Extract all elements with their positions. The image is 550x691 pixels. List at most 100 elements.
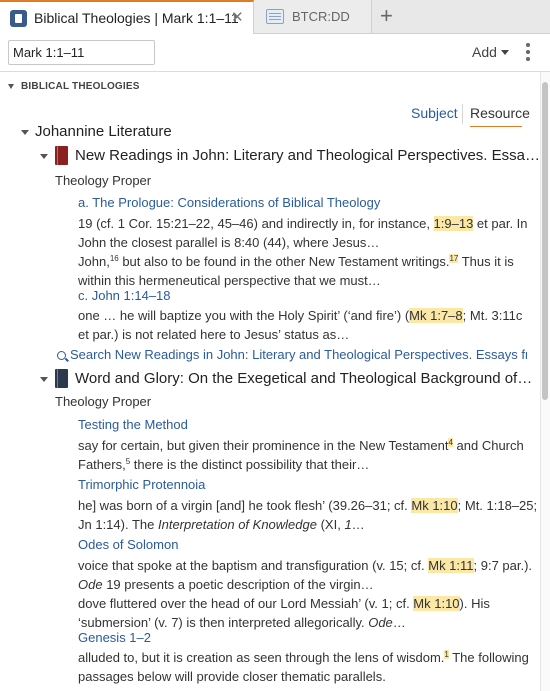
reference-input[interactable]	[8, 40, 155, 65]
text: there is the distinct possibility that t…	[130, 457, 370, 472]
entry-snippet: voice that spoke at the baptism and tran…	[78, 556, 532, 632]
text: …	[392, 615, 406, 630]
entry-snippet: he] was born of a virgin [and] he took f…	[78, 496, 537, 534]
text: 19 (cf. 1 Cor. 15:21–22, 45–46) and indi…	[78, 216, 434, 231]
document-icon	[266, 9, 284, 24]
text: Thus it is	[458, 254, 514, 269]
tab-biblical-theologies[interactable]: Biblical Theologies | Mark 1:1–11 ✕	[0, 0, 254, 34]
collapse-triangle-icon[interactable]	[40, 154, 48, 159]
add-label: Add	[472, 44, 497, 60]
snippet-line: he] was born of a virgin [and] he took f…	[78, 496, 537, 515]
scrollbar-thumb[interactable]	[542, 82, 548, 400]
entry-heading[interactable]: Odes of Solomon	[78, 537, 178, 552]
sort-divider	[462, 104, 463, 124]
more-options-icon[interactable]	[524, 42, 532, 64]
toolbar: Add	[0, 34, 550, 72]
snippet-line: et par.) is not related here to Jesus’ s…	[78, 325, 528, 344]
subject-label: Theology Proper	[55, 394, 152, 409]
selected-sort-indicator	[470, 126, 522, 127]
search-resource-link[interactable]: Search New Readings in John: Literary an…	[57, 347, 527, 362]
snippet-line: say for certain, but given their promine…	[78, 436, 528, 455]
tab-title: BTCR:DD	[292, 9, 350, 24]
resource-title[interactable]: Word and Glory: On the Exegetical and Th…	[75, 370, 532, 387]
text: John,	[78, 254, 110, 269]
scripture-reference[interactable]: Mk 1:10	[411, 498, 458, 513]
text: ; Mt. 3:11c	[462, 308, 523, 323]
tab-title: Biblical Theologies | Mark 1:1–11	[34, 10, 239, 26]
text: John the closest parallel is 8:40 (44), …	[78, 235, 380, 250]
subject-label: Theology Proper	[55, 173, 152, 188]
add-button[interactable]: Add	[472, 44, 509, 60]
scripture-reference[interactable]: Mk 1:10	[413, 596, 460, 611]
tab-btcr-dd[interactable]: BTCR:DD	[254, 0, 372, 33]
book-icon	[55, 369, 68, 388]
snippet-line: one … he will baptize you with the Holy …	[78, 306, 528, 325]
search-icon	[57, 351, 66, 360]
text: within this hermeneutical perspective th…	[78, 273, 381, 288]
snippet-line: Jn 1:14). The Interpretation of Knowledg…	[78, 515, 528, 534]
text: ‘submersion’ (v. 7) is then interpreted …	[78, 615, 369, 630]
sort-by-resource[interactable]: Resource	[470, 105, 530, 121]
italic-title: Interpretation of Knowledge	[157, 517, 317, 532]
entry-heading[interactable]: Genesis 1–2	[78, 630, 151, 645]
snippet-line: John the closest parallel is 8:40 (44), …	[78, 233, 528, 252]
text: ; Mt. 1:18–25;	[457, 498, 538, 513]
text: and Church	[452, 438, 524, 453]
entry-heading[interactable]: a. The Prologue: Considerations of Bibli…	[78, 195, 380, 210]
text: 19 presents a poetic description of the …	[102, 577, 374, 592]
text: dove fluttered over the head of our Lord…	[78, 596, 414, 611]
entry-snippet: 19 (cf. 1 Cor. 15:21–22, 45–46) and indi…	[78, 214, 528, 290]
new-tab-button[interactable]: +	[380, 3, 393, 29]
entry-heading[interactable]: Trimorphic Protennoia	[78, 477, 205, 492]
search-label: Search New Readings in John: Literary an…	[70, 347, 527, 362]
scripture-reference[interactable]: Mk 1:11	[428, 558, 474, 573]
text: et par. In	[473, 216, 528, 231]
close-tab-icon[interactable]: ✕	[231, 8, 244, 26]
snippet-line: John,16 but also to be found in the othe…	[78, 252, 528, 271]
snippet-line: 19 (cf. 1 Cor. 15:21–22, 45–46) and indi…	[78, 214, 528, 233]
snippet-line: Ode 19 presents a poetic description of …	[78, 575, 528, 594]
text: one … he will baptize you with the Holy …	[78, 308, 410, 323]
collapse-triangle-icon	[8, 84, 14, 89]
entry-heading[interactable]: c. John 1:14–18	[78, 288, 171, 303]
text: but also to be found in the other New Te…	[118, 254, 450, 269]
collapse-triangle-icon[interactable]	[21, 130, 29, 135]
snippet-line: voice that spoke at the baptism and tran…	[78, 556, 532, 575]
snippet-line: dove fluttered over the head of our Lord…	[78, 594, 528, 613]
snippet-line: passages below will provide closer thema…	[78, 667, 528, 686]
resource-title[interactable]: New Readings in John: Literary and Theol…	[75, 147, 540, 164]
text: (XI,	[316, 517, 345, 532]
text: say for certain, but given their promine…	[78, 438, 449, 453]
entry-heading[interactable]: Testing the Method	[78, 417, 188, 432]
scripture-reference[interactable]: 1:9–13	[433, 216, 474, 231]
snippet-line: Fathers,5 there is the distinct possibil…	[78, 455, 528, 474]
italic-title: Ode	[78, 577, 103, 592]
section-header[interactable]: BIBLICAL THEOLOGIES	[0, 78, 540, 98]
text: et par.) is not related here to Jesus’ s…	[78, 327, 350, 342]
tab-bar: Biblical Theologies | Mark 1:1–11 ✕ BTCR…	[0, 0, 550, 34]
guide-icon	[10, 10, 27, 27]
scripture-reference[interactable]: Mk 1:7–8	[409, 308, 463, 323]
group-title: Johannine Literature	[35, 123, 172, 140]
text: he] was born of a virgin [and] he took f…	[78, 498, 412, 513]
text: ). His	[459, 596, 490, 611]
text: Jn 1:14). The	[78, 517, 158, 532]
text: ; 9:7 par.).	[473, 558, 533, 573]
entry-snippet: one … he will baptize you with the Holy …	[78, 306, 528, 344]
text: …	[351, 517, 365, 532]
sort-by-subject[interactable]: Subject	[411, 105, 458, 121]
entry-snippet: alluded to, but it is creation as seen t…	[78, 648, 529, 686]
section-title: BIBLICAL THEOLOGIES	[21, 81, 140, 92]
chevron-down-icon	[500, 50, 509, 55]
text: Fathers,	[78, 457, 126, 472]
text: passages below will provide closer thema…	[78, 669, 386, 684]
collapse-triangle-icon[interactable]	[40, 377, 48, 382]
italic-title: Ode	[368, 615, 393, 630]
text: The following	[448, 650, 529, 665]
snippet-line: alluded to, but it is creation as seen t…	[78, 648, 529, 667]
footnote-marker[interactable]: 16	[110, 254, 119, 263]
text: alluded to, but it is creation as seen t…	[78, 650, 445, 665]
book-icon	[55, 146, 68, 165]
italic-text: 1	[344, 517, 352, 532]
text: voice that spoke at the baptism and tran…	[78, 558, 429, 573]
